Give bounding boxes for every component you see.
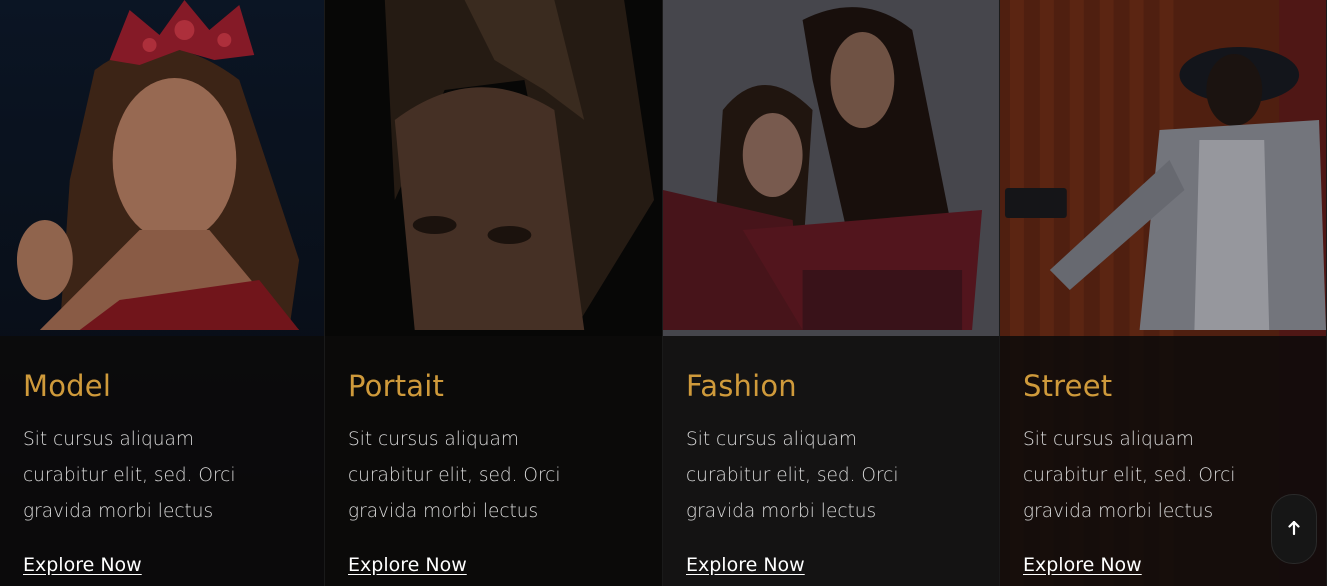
card-title: Street bbox=[1022, 369, 1113, 403]
arrow-up-icon bbox=[1287, 520, 1301, 539]
explore-now-link[interactable]: Explore Now bbox=[1023, 554, 1142, 576]
category-grid: Model Sit cursus aliquam curabitur elit,… bbox=[0, 0, 1327, 586]
card-description: Sit cursus aliquam curabitur elit, sed. … bbox=[1022, 429, 1236, 522]
card-title: Model bbox=[23, 369, 112, 403]
back-to-top-button[interactable] bbox=[1271, 494, 1317, 564]
explore-now-link[interactable]: Explore Now bbox=[686, 554, 805, 576]
card-description: Sit cursus aliquam curabitur elit, sed. … bbox=[686, 429, 899, 522]
card-title: Portait bbox=[348, 369, 445, 403]
card-description: Sit cursus aliquam curabitur elit, sed. … bbox=[23, 429, 236, 522]
card-title: Fashion bbox=[686, 369, 797, 403]
category-card-model[interactable]: Model Sit cursus aliquam curabitur elit,… bbox=[0, 0, 326, 586]
explore-now-link[interactable]: Explore Now bbox=[348, 554, 467, 576]
card-content: Model Sit cursus aliquam curabitur elit,… bbox=[23, 366, 306, 576]
category-card-fashion[interactable]: Fashion Sit cursus aliquam curabitur eli… bbox=[663, 0, 1000, 586]
category-card-portait[interactable]: Portait Sit cursus aliquam curabitur eli… bbox=[325, 0, 663, 586]
card-content: Street Sit cursus aliquam curabitur elit… bbox=[1022, 366, 1308, 576]
explore-now-link[interactable]: Explore Now bbox=[23, 554, 142, 576]
card-content: Portait Sit cursus aliquam curabitur eli… bbox=[348, 366, 644, 576]
card-content: Fashion Sit cursus aliquam curabitur eli… bbox=[686, 366, 981, 576]
card-description: Sit cursus aliquam curabitur elit, sed. … bbox=[348, 429, 561, 522]
